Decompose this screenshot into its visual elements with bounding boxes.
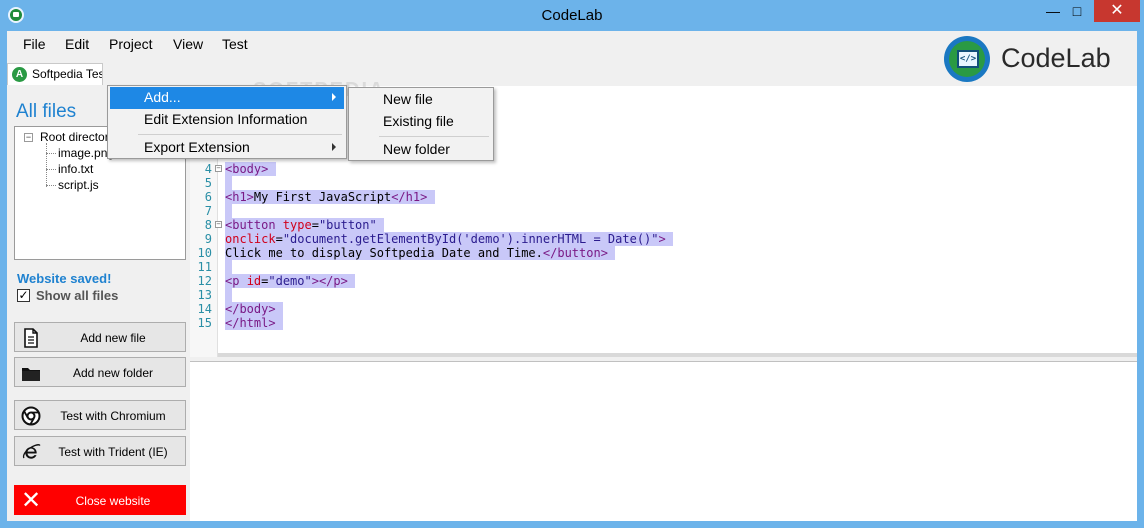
tree-root[interactable]: Root directory (40, 130, 115, 144)
chromium-icon (21, 406, 41, 426)
line-number: 13 (197, 288, 212, 302)
tree-collapse-icon[interactable]: − (24, 133, 33, 142)
code-text: </body> (225, 302, 283, 316)
menu-item-existing-file[interactable]: Existing file (351, 111, 491, 133)
submenu-arrow-icon (332, 143, 336, 151)
menu-item-add-label: Add... (144, 89, 181, 105)
line-number: 14 (197, 302, 212, 316)
save-status: Website saved! (17, 271, 112, 286)
code-text: Click me to display Softpedia Date and T… (225, 246, 616, 260)
line-number: 5 (204, 176, 212, 190)
menu-item-new-folder[interactable]: New folder (351, 139, 491, 161)
project-menu: Add... Edit Extension Information Export… (107, 85, 347, 159)
tree-connector (46, 169, 56, 170)
files-title: All files (16, 101, 77, 122)
code-text: <body> (225, 162, 276, 176)
close-website-label: Close website (75, 494, 151, 508)
app-window: CodeLab — □ ✕ File Edit Project View Tes… (0, 0, 1144, 528)
menu-project[interactable]: Project (109, 36, 153, 52)
menu-item-existing-file-label: Existing file (383, 113, 454, 129)
close-x-icon: ✕ (21, 487, 42, 514)
menu-item-export-extension-label: Export Extension (144, 139, 250, 155)
internet-explorer-icon (22, 444, 41, 459)
menu-item-new-file[interactable]: New file (351, 89, 491, 111)
window-title: CodeLab (541, 7, 603, 24)
code-text (225, 260, 233, 274)
project-tab-label: Softpedia Test (32, 67, 102, 81)
test-chromium-button[interactable]: Test with Chromium (14, 400, 186, 430)
add-folder-button[interactable]: Add new folder (14, 357, 186, 387)
tree-item[interactable]: script.js (58, 178, 99, 192)
project-tab[interactable]: A Softpedia Test (7, 63, 103, 85)
close-window-button[interactable]: ✕ (1094, 0, 1140, 22)
fold-toggle-icon[interactable]: − (215, 221, 222, 228)
line-number: 12 (197, 274, 212, 288)
menu-separator (138, 134, 342, 135)
add-folder-label: Add new folder (72, 366, 154, 380)
client-area: File Edit Project View Test </> CodeLab … (7, 31, 1137, 521)
project-tab-icon: A (12, 67, 27, 82)
test-trident-button[interactable]: Test with Trident (IE) (14, 436, 186, 466)
code-text (225, 204, 233, 218)
logo-text: CodeLab (1001, 43, 1111, 73)
menu-item-new-folder-label: New folder (383, 141, 450, 157)
folder-icon (22, 368, 40, 381)
logo-code-glyph: </> (957, 50, 979, 68)
code-text (225, 176, 233, 190)
tree-connector (46, 153, 56, 154)
line-number: 10 (197, 246, 212, 260)
code-text: onclick="document.getElementById('demo')… (225, 232, 673, 246)
code-text: <p id="demo"></p> (225, 274, 356, 288)
code-text: </html> (225, 316, 283, 330)
add-file-button[interactable]: Add new file (14, 322, 186, 352)
show-all-files-label[interactable]: Show all files (36, 288, 118, 303)
menu-item-edit-extension-label: Edit Extension Information (144, 111, 308, 127)
fold-toggle-icon[interactable]: − (215, 165, 222, 172)
code-text: <h1>My First JavaScript</h1> (225, 190, 435, 204)
tree-item[interactable]: info.txt (58, 162, 93, 176)
test-chromium-label: Test with Chromium (60, 409, 166, 423)
add-file-label: Add new file (80, 331, 146, 345)
menu-file[interactable]: File (23, 36, 46, 52)
menu-edit[interactable]: Edit (65, 36, 89, 52)
line-number: 8 (204, 218, 212, 232)
file-icon (24, 328, 38, 348)
menu-view[interactable]: View (173, 36, 203, 52)
add-submenu: New file Existing file New folder (348, 87, 494, 161)
maximize-button[interactable]: □ (1070, 0, 1084, 22)
tree-connector (46, 185, 56, 186)
logo-globe-icon: </> (944, 36, 990, 82)
menu-item-add[interactable]: Add... (110, 87, 344, 109)
code-text: <button type="button" (225, 218, 384, 232)
menu-item-new-file-label: New file (383, 91, 433, 107)
title-bar[interactable]: CodeLab — □ ✕ (0, 0, 1144, 31)
line-number: 9 (204, 232, 212, 246)
show-all-files-checkbox[interactable]: ✓ (17, 289, 30, 302)
menu-item-export-extension[interactable]: Export Extension (110, 137, 344, 159)
line-number: 11 (197, 260, 212, 274)
line-number: 4 (204, 162, 212, 176)
test-trident-label: Test with Trident (IE) (58, 445, 168, 459)
tree-item[interactable]: image.png (58, 146, 114, 160)
line-number: 6 (204, 190, 212, 204)
line-number: 15 (197, 316, 212, 330)
code-text (225, 288, 233, 302)
output-panel[interactable] (190, 361, 1137, 521)
submenu-arrow-icon (332, 93, 336, 101)
close-website-button[interactable]: ✕ Close website (14, 485, 186, 515)
codelab-logo: </> CodeLab (944, 34, 1134, 84)
line-number: 7 (204, 204, 212, 218)
menu-test[interactable]: Test (222, 36, 248, 52)
minimize-button[interactable]: — (1046, 0, 1060, 22)
menu-separator (379, 136, 489, 137)
tree-connector (46, 143, 47, 187)
menu-item-edit-extension[interactable]: Edit Extension Information (110, 109, 344, 131)
